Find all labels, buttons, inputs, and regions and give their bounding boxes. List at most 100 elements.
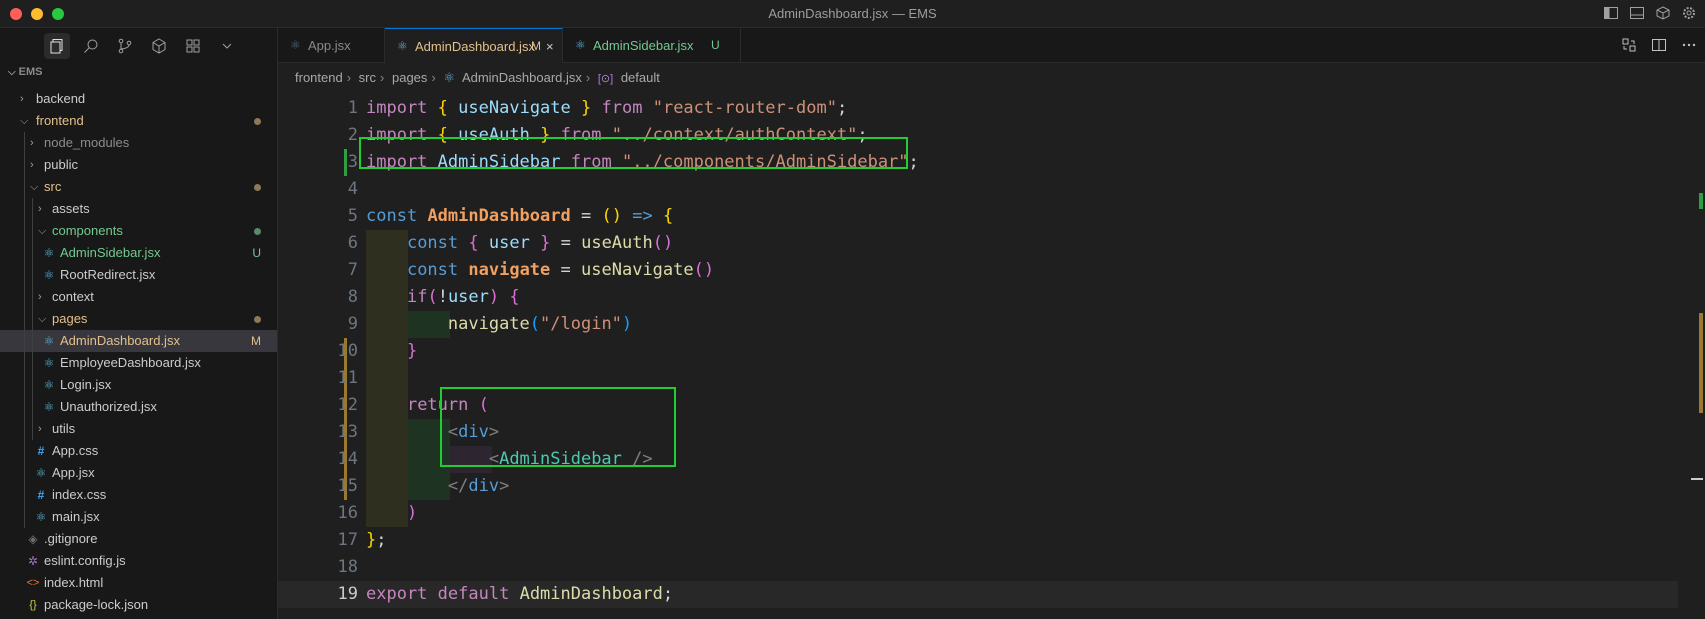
tree-folder-backend[interactable]: › backend (0, 88, 277, 110)
tree-folder-src[interactable]: ⌵ src (0, 176, 277, 198)
tree-file-login[interactable]: ⚛ Login.jsx (0, 374, 277, 396)
code-line: const AdminDashboard = () => { (366, 206, 674, 226)
toggle-panel-icon[interactable] (1629, 5, 1645, 21)
react-icon: ⚛ (290, 38, 301, 52)
run-debug-icon[interactable] (150, 37, 168, 55)
line-number: 13 (337, 422, 358, 442)
code-editor[interactable]: 1 2 3 4 5 6 7 8 9 10 11 12 13 14 15 16 1… (278, 95, 1678, 619)
code-line: navigate("/login") (447, 314, 633, 334)
tree-file-app-css[interactable]: # App.css (0, 440, 277, 462)
highlight-box (440, 387, 676, 467)
code-line: if(!user) { (406, 287, 520, 307)
cursor-position-marker (1691, 478, 1703, 480)
more-actions-icon[interactable] (1681, 37, 1697, 53)
react-icon: ⚛ (43, 268, 55, 282)
modified-dot (254, 316, 261, 323)
breadcrumb-item[interactable]: src (359, 70, 376, 85)
css-hash-icon: # (37, 444, 45, 458)
breadcrumb-item[interactable]: default (621, 70, 660, 85)
chevron-down-icon: ⌵ (38, 225, 47, 237)
tree-folder-components[interactable]: ⌵ components (0, 220, 277, 242)
workspace-root-label[interactable]: ⌵ EMS (8, 66, 43, 78)
react-icon: ⚛ (35, 466, 47, 480)
line-number: 2 (347, 125, 358, 145)
symbol-variable-icon: [⊙] (597, 73, 614, 85)
compare-changes-icon[interactable] (1621, 37, 1637, 53)
tree-folder-node-modules[interactable]: › node_modules (0, 132, 277, 154)
code-line: const { user } = useAuth() (406, 233, 674, 253)
chevron-right-icon: › (30, 137, 34, 149)
css-hash-icon: # (37, 488, 45, 502)
line-number: 4 (347, 179, 358, 199)
line-number: 14 (337, 449, 358, 469)
window-title: AdminDashboard.jsx — EMS (768, 6, 937, 21)
tree-folder-pages[interactable]: ⌵ pages (0, 308, 277, 330)
line-number: 9 (347, 314, 358, 334)
chevron-right-icon: › (30, 159, 34, 171)
tab-admindashboard-jsx[interactable]: ⚛ AdminDashboard.jsx M × (385, 28, 563, 63)
tree-file-gitignore[interactable]: ◈ .gitignore (0, 528, 277, 550)
tree-file-index-css[interactable]: # index.css (0, 484, 277, 506)
tree-file-adminsidebar[interactable]: ⚛ AdminSidebar.jsx U (0, 242, 277, 264)
code-line: export default AdminDashboard; (366, 584, 674, 604)
code-line: } (406, 341, 418, 361)
title-bar: AdminDashboard.jsx — EMS (0, 0, 1705, 28)
extensions-icon[interactable] (184, 37, 202, 55)
chevron-right-icon: › (38, 423, 42, 435)
split-editor-icon[interactable] (1651, 37, 1667, 53)
tree-file-index-html[interactable]: <> index.html (0, 572, 277, 594)
tree-folder-public[interactable]: › public (0, 154, 277, 176)
line-number: 3 (347, 152, 358, 172)
line-number: 16 (337, 503, 358, 523)
highlight-box (359, 137, 908, 169)
copilot-icon[interactable] (1655, 5, 1671, 21)
breadcrumb-item[interactable]: AdminDashboard.jsx (462, 70, 582, 85)
editor-tabs: ⚛ App.jsx ⚛ AdminDashboard.jsx M × ⚛ Adm… (278, 28, 1705, 63)
code-line: </div> (447, 476, 510, 496)
breadcrumb-item[interactable]: frontend (295, 70, 343, 85)
tree-file-rootredirect[interactable]: ⚛ RootRedirect.jsx (0, 264, 277, 286)
line-number: 6 (347, 233, 358, 253)
tab-app-jsx[interactable]: ⚛ App.jsx (278, 28, 385, 63)
line-number: 11 (337, 368, 358, 388)
chevron-down-icon: ⌵ (30, 181, 39, 193)
react-icon: ⚛ (43, 246, 55, 260)
tree-folder-assets[interactable]: › assets (0, 198, 277, 220)
react-icon: ⚛ (43, 334, 55, 348)
added-change-marker (1699, 193, 1703, 209)
tree-folder-context[interactable]: › context (0, 286, 277, 308)
code-line: const navigate = useNavigate() (406, 260, 715, 280)
eslint-icon: ✲ (27, 554, 39, 568)
tree-folder-utils[interactable]: › utils (0, 418, 277, 440)
settings-gear-icon[interactable] (1681, 5, 1697, 21)
tree-file-eslint-config[interactable]: ✲ eslint.config.js (0, 550, 277, 572)
source-control-icon[interactable] (116, 37, 134, 55)
tree-file-main-jsx[interactable]: ⚛ main.jsx (0, 506, 277, 528)
breadcrumb-item[interactable]: pages (392, 70, 427, 85)
tree-file-package-lock[interactable]: {} package-lock.json (0, 594, 277, 616)
react-icon: ⚛ (43, 400, 55, 414)
tree-folder-frontend[interactable]: ⌵ frontend (0, 110, 277, 132)
tab-adminsidebar-jsx[interactable]: ⚛ AdminSidebar.jsx U (563, 28, 741, 63)
line-number: 1 (347, 98, 358, 118)
code-line: import { useNavigate } from "react-route… (366, 98, 848, 118)
react-icon: ⚛ (397, 39, 408, 53)
line-number: 12 (337, 395, 358, 415)
line-number: 19 (337, 584, 358, 604)
close-tab-icon[interactable]: × (546, 29, 554, 64)
overview-ruler[interactable] (1691, 63, 1705, 619)
search-icon[interactable] (82, 37, 100, 55)
tree-file-unauthorized[interactable]: ⚛ Unauthorized.jsx (0, 396, 277, 418)
tree-file-app-jsx[interactable]: ⚛ App.jsx (0, 462, 277, 484)
tree-file-admindashboard[interactable]: ⚛ AdminDashboard.jsx M (0, 330, 277, 352)
modified-dot (254, 118, 261, 125)
explorer-files-icon[interactable] (44, 33, 70, 59)
tree-file-employeedashboard[interactable]: ⚛ EmployeeDashboard.jsx (0, 352, 277, 374)
chevron-right-icon: › (20, 93, 24, 105)
file-tree: › backend ⌵ frontend › node_modules › pu… (0, 88, 277, 616)
line-number: 17 (337, 530, 358, 550)
line-number: 10 (337, 341, 358, 361)
react-icon: ⚛ (43, 356, 55, 370)
chevron-down-icon[interactable] (218, 37, 236, 55)
toggle-sidebar-icon[interactable] (1603, 5, 1619, 21)
